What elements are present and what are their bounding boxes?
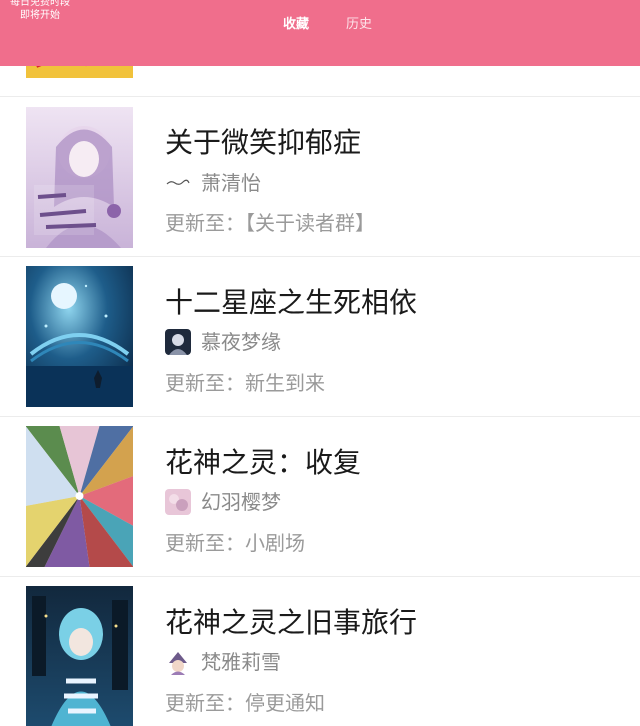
author-avatar	[165, 170, 191, 196]
author-avatar	[165, 329, 191, 355]
promo-line-1: 每日免费时段	[10, 0, 70, 8]
author-avatar	[165, 649, 191, 675]
book-cover-image	[26, 426, 133, 567]
list-item[interactable]: 花神之灵：收复 幻羽樱梦 更新至：小剧场	[0, 417, 640, 577]
book-cover-image	[26, 107, 133, 248]
book-title: 花神之灵之旧事旅行	[165, 606, 418, 639]
book-title: 花神之灵：收复	[165, 446, 362, 479]
tab-bar: 收藏 历史	[0, 13, 640, 33]
author-name: 梵雅莉雪	[201, 650, 281, 674]
latest-update: 更新至：小剧场	[165, 531, 305, 555]
author-avatar	[165, 489, 191, 515]
list-item[interactable]: 十二星座之生死相依 慕夜梦缘 更新至：新生到来	[0, 257, 640, 417]
tab-history[interactable]: 历史	[346, 13, 372, 32]
top-bar: 每日免费时段 即将开始 收藏 历史	[0, 0, 640, 66]
author-name: 萧清怡	[201, 171, 261, 195]
author-name: 慕夜梦缘	[201, 330, 281, 354]
app-window: 关于微笑抑郁症 萧清怡 更新至：【关于读者群】 十二星座之生死相依 慕夜梦缘 更…	[0, 0, 640, 726]
latest-update: 更新至：【关于读者群】	[165, 211, 375, 235]
list-item[interactable]: 花神之灵之旧事旅行 梵雅莉雪 更新至：停更通知	[0, 577, 640, 726]
latest-update: 更新至：停更通知	[165, 691, 325, 715]
list-item[interactable]: 关于微笑抑郁症 萧清怡 更新至：【关于读者群】	[0, 97, 640, 257]
book-cover-image	[26, 586, 133, 726]
book-title: 十二星座之生死相依	[165, 286, 418, 319]
author-name: 幻羽樱梦	[201, 490, 281, 514]
book-title: 关于微笑抑郁症	[165, 126, 362, 159]
latest-update: 更新至：新生到来	[165, 371, 325, 395]
tab-favorites[interactable]: 收藏	[283, 13, 309, 32]
book-cover-image	[26, 266, 133, 407]
